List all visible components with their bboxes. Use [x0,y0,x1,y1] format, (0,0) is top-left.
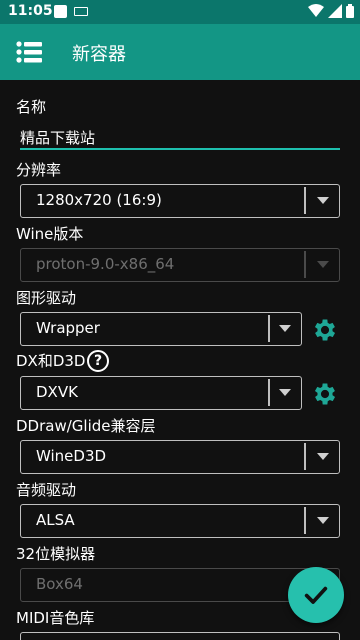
chevron-down-icon [279,325,291,332]
ddraw-select[interactable]: WineD3D [20,440,340,474]
page-title: 新容器 [72,44,126,65]
keyboard-icon [74,7,88,16]
graphics-settings-gear-icon[interactable] [311,316,339,344]
chevron-down-icon [279,389,291,396]
status-time: 11:05 [8,3,53,19]
audio-value: ALSA [36,511,75,529]
ddraw-label: DDraw/Glide兼容层 [16,417,156,435]
name-label: 名称 [16,98,47,116]
name-field[interactable]: 精品下载站 [20,126,340,150]
select-divider [304,187,306,214]
dxd3d-label: DX和D3D [16,352,86,370]
midi-select[interactable] [20,632,340,640]
wine-label: Wine版本 [16,225,84,243]
app-bar: 新容器 [0,24,360,80]
status-bar: 11:05 [0,0,360,24]
confirm-button[interactable] [288,567,344,623]
select-divider [304,251,306,278]
wifi-icon [308,4,324,17]
resolution-select[interactable]: 1280x720 (16:9) [20,184,340,218]
emulator-label: 32位模拟器 [16,545,96,563]
audio-select[interactable]: ALSA [20,504,340,538]
chevron-down-icon [317,517,329,524]
wine-select[interactable]: proton-9.0-x86_64 [20,248,340,282]
wine-value: proton-9.0-x86_64 [36,255,175,273]
select-divider [268,315,270,342]
menu-icon[interactable] [16,40,42,64]
dxd3d-value: DXVK [36,383,78,401]
chevron-down-icon [317,261,329,268]
check-icon [304,586,328,604]
ddraw-value: WineD3D [36,447,107,465]
graphics-label: 图形驱动 [16,289,77,307]
battery-icon [346,4,354,18]
notification-icon [54,5,67,18]
dxd3d-settings-gear-icon[interactable] [311,380,339,408]
graphics-value: Wrapper [36,319,100,337]
dxd3d-select[interactable]: DXVK [20,376,302,410]
midi-label: MIDI音色库 [16,609,95,627]
resolution-value: 1280x720 (16:9) [36,191,162,209]
chevron-down-icon [317,197,329,204]
audio-label: 音频驱动 [16,481,77,499]
select-divider [268,379,270,406]
resolution-label: 分辨率 [16,161,62,179]
signal-icon [328,4,342,18]
help-icon[interactable]: ? [87,350,109,372]
chevron-down-icon [317,453,329,460]
emulator-value: Box64 [36,575,83,593]
select-divider [304,507,306,534]
status-icons [308,4,354,18]
graphics-select[interactable]: Wrapper [20,312,302,346]
select-divider [304,443,306,470]
